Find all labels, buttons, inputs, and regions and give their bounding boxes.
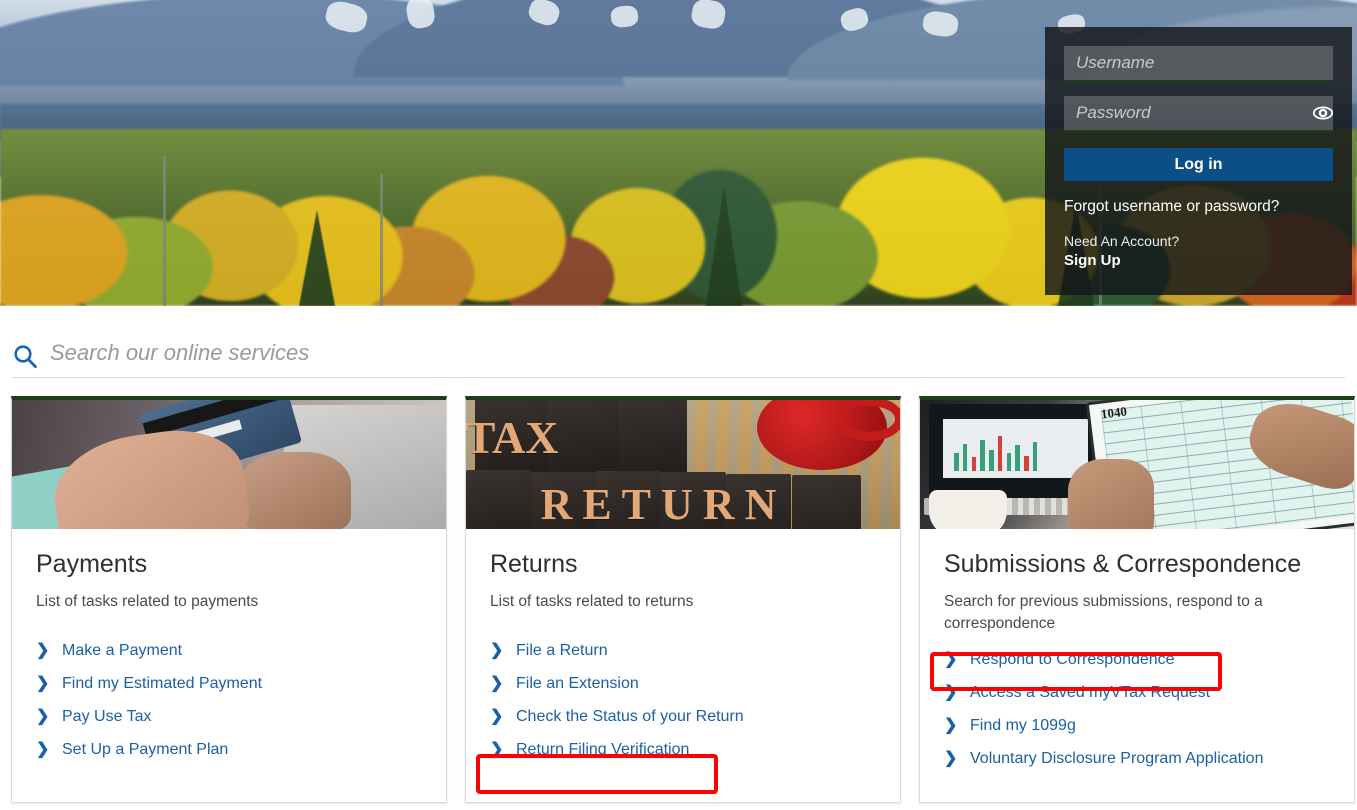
card-returns-body: Returns List of tasks related to returns… bbox=[466, 529, 900, 767]
hand-shape bbox=[237, 451, 351, 529]
link-respond-to-correspondence[interactable]: ❯ Respond to Correspondence bbox=[944, 643, 1330, 676]
chevron-right-icon: ❯ bbox=[944, 650, 958, 668]
chevron-right-icon: ❯ bbox=[944, 683, 958, 701]
letter-block: RETURN bbox=[540, 479, 787, 529]
link-find-my-estimated-payment[interactable]: ❯ Find my Estimated Payment bbox=[36, 668, 422, 701]
link-pay-use-tax[interactable]: ❯ Pay Use Tax bbox=[36, 701, 422, 734]
chevron-right-icon: ❯ bbox=[490, 642, 504, 660]
link-return-filing-verification[interactable]: ❯ Return Filing Verification bbox=[490, 734, 876, 767]
tax-return-blocks-photo: TAX RETURN bbox=[466, 400, 900, 529]
link-label: Voluntary Disclosure Program Application bbox=[970, 749, 1264, 767]
login-panel: Log in Forgot username or password? Need… bbox=[1045, 27, 1352, 295]
search-section bbox=[0, 306, 1357, 382]
card-links: ❯ Respond to Correspondence ❯ Access a S… bbox=[944, 643, 1330, 775]
card-title: Returns bbox=[490, 550, 578, 578]
link-label: Pay Use Tax bbox=[62, 708, 152, 726]
search-icon[interactable] bbox=[12, 343, 38, 369]
card-title: Submissions & Correspondence bbox=[944, 550, 1302, 578]
chevron-right-icon: ❯ bbox=[36, 708, 50, 726]
sign-up-link[interactable]: Sign Up bbox=[1064, 252, 1121, 269]
card-subtitle: List of tasks related to payments bbox=[36, 592, 259, 610]
search-input[interactable] bbox=[50, 339, 1345, 372]
chevron-right-icon: ❯ bbox=[36, 642, 50, 660]
link-label: File a Return bbox=[516, 642, 608, 660]
coffee-cup-shape bbox=[928, 490, 1007, 529]
forgot-credentials-link[interactable]: Forgot username or password? bbox=[1064, 198, 1333, 216]
password-input[interactable] bbox=[1064, 96, 1312, 130]
card-payments-image bbox=[12, 400, 446, 529]
link-label: Check the Status of your Return bbox=[516, 708, 744, 726]
chevron-right-icon: ❯ bbox=[490, 675, 504, 693]
link-check-status-of-your-return[interactable]: ❯ Check the Status of your Return bbox=[490, 701, 876, 734]
need-account-label: Need An Account? bbox=[1064, 233, 1180, 249]
link-find-my-1099g[interactable]: ❯ Find my 1099g bbox=[944, 709, 1330, 742]
card-title: Payments bbox=[36, 550, 148, 578]
username-input[interactable] bbox=[1064, 46, 1333, 80]
card-links: ❯ Make a Payment ❯ Find my Estimated Pay… bbox=[36, 635, 422, 767]
card-payments[interactable]: Payments List of tasks related to paymen… bbox=[11, 396, 447, 803]
password-field-wrap bbox=[1064, 96, 1334, 132]
link-voluntary-disclosure-program-application[interactable]: ❯ Voluntary Disclosure Program Applicati… bbox=[944, 742, 1330, 775]
login-button[interactable]: Log in bbox=[1064, 148, 1333, 181]
card-submissions-correspondence[interactable]: 1040 Submissions & Correspondence Search… bbox=[919, 396, 1355, 803]
link-access-a-saved-myvtax-request[interactable]: ❯ Access a Saved myVTax Request bbox=[944, 676, 1330, 709]
card-submissions-image: 1040 bbox=[920, 400, 1354, 529]
tablet-1040-photo: 1040 bbox=[920, 400, 1354, 529]
chevron-right-icon: ❯ bbox=[36, 675, 50, 693]
card-submissions-body: Submissions & Correspondence Search for … bbox=[920, 529, 1354, 775]
monitor-screen bbox=[942, 419, 1089, 479]
username-field-wrap bbox=[1064, 46, 1333, 82]
card-payments-body: Payments List of tasks related to paymen… bbox=[12, 529, 446, 767]
link-file-an-extension[interactable]: ❯ File an Extension bbox=[490, 668, 876, 701]
page-root: Log in Forgot username or password? Need… bbox=[0, 0, 1357, 810]
card-subtitle: Search for previous submissions, respond… bbox=[944, 592, 1263, 632]
link-make-a-payment[interactable]: ❯ Make a Payment bbox=[36, 635, 422, 668]
link-label: Respond to Correspondence bbox=[970, 650, 1175, 668]
link-label: Make a Payment bbox=[62, 642, 183, 660]
chevron-right-icon: ❯ bbox=[944, 749, 958, 767]
card-subtitle: List of tasks related to returns bbox=[490, 592, 694, 610]
link-file-a-return[interactable]: ❯ File a Return bbox=[490, 635, 876, 668]
search-row bbox=[12, 334, 1345, 378]
card-returns[interactable]: TAX RETURN Returns List of tasks related… bbox=[465, 396, 901, 803]
chevron-right-icon: ❯ bbox=[36, 741, 50, 759]
link-label: File an Extension bbox=[516, 675, 639, 693]
link-label: Find my 1099g bbox=[970, 716, 1076, 734]
link-label: Find my Estimated Payment bbox=[62, 675, 263, 693]
chevron-right-icon: ❯ bbox=[490, 708, 504, 726]
card-links: ❯ File a Return ❯ File an Extension ❯ Ch… bbox=[490, 635, 876, 767]
card-returns-image: TAX RETURN bbox=[466, 400, 900, 529]
credit-card-photo bbox=[12, 400, 446, 529]
hero-banner: Log in Forgot username or password? Need… bbox=[0, 0, 1357, 306]
chevron-right-icon: ❯ bbox=[944, 716, 958, 734]
letter-block: TAX bbox=[466, 411, 559, 463]
chevron-right-icon: ❯ bbox=[490, 741, 504, 759]
form-1040-label: 1040 bbox=[1099, 403, 1128, 422]
service-cards: Payments List of tasks related to paymen… bbox=[0, 396, 1357, 810]
show-password-toggle[interactable] bbox=[1312, 96, 1334, 130]
link-label: Access a Saved myVTax Request bbox=[970, 683, 1211, 701]
thumb-shape bbox=[1067, 459, 1155, 529]
link-set-up-a-payment-plan[interactable]: ❯ Set Up a Payment Plan bbox=[36, 734, 422, 767]
eye-icon bbox=[1312, 106, 1334, 120]
link-label: Set Up a Payment Plan bbox=[62, 741, 229, 759]
link-label: Return Filing Verification bbox=[516, 741, 690, 759]
